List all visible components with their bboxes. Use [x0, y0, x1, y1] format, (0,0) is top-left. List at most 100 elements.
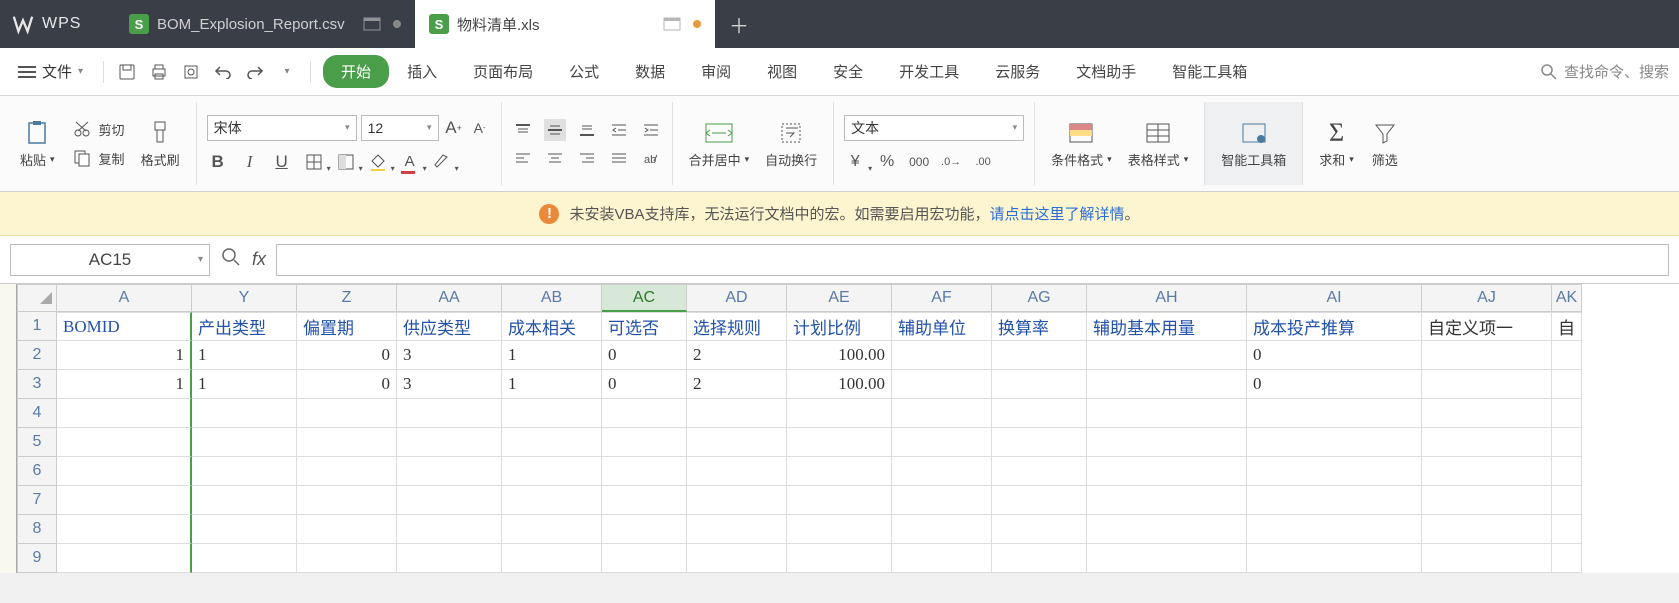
clear-format-icon[interactable]: ▾: [431, 151, 453, 173]
preview-icon[interactable]: [180, 61, 202, 83]
cell[interactable]: [397, 515, 502, 544]
cell[interactable]: [992, 428, 1087, 457]
cell[interactable]: 100.00: [787, 370, 892, 399]
cell[interactable]: [1422, 457, 1552, 486]
cell[interactable]: [297, 457, 397, 486]
tab-layout[interactable]: 页面布局: [455, 55, 551, 88]
col-header-AG[interactable]: AG: [992, 284, 1087, 312]
col-header-AD[interactable]: AD: [687, 284, 787, 312]
cell[interactable]: [57, 515, 192, 544]
cell[interactable]: 0: [1247, 341, 1422, 370]
cell[interactable]: 100.00: [787, 341, 892, 370]
cell[interactable]: [687, 428, 787, 457]
cell[interactable]: [57, 457, 192, 486]
cell[interactable]: [397, 399, 502, 428]
cell[interactable]: [297, 515, 397, 544]
cell[interactable]: [602, 428, 687, 457]
tab-dev[interactable]: 开发工具: [881, 55, 977, 88]
col-header-AK[interactable]: AK: [1552, 284, 1582, 312]
cell[interactable]: [297, 399, 397, 428]
select-all-corner[interactable]: [17, 284, 57, 312]
cell[interactable]: [397, 457, 502, 486]
cell[interactable]: [397, 486, 502, 515]
font-color-icon[interactable]: A▾: [399, 151, 421, 173]
cell[interactable]: [787, 515, 892, 544]
cell[interactable]: [1422, 515, 1552, 544]
cell[interactable]: 1: [192, 341, 297, 370]
table-style-button[interactable]: 表格样式▾: [1122, 118, 1195, 169]
filter-button[interactable]: 筛选: [1364, 118, 1406, 169]
col-header-AF[interactable]: AF: [892, 284, 992, 312]
cell[interactable]: [1087, 544, 1247, 573]
cell[interactable]: [502, 544, 602, 573]
cell[interactable]: [192, 544, 297, 573]
cell[interactable]: [1422, 399, 1552, 428]
cell[interactable]: [1247, 515, 1422, 544]
cell[interactable]: 1: [502, 341, 602, 370]
fx-icon[interactable]: fx: [252, 249, 266, 270]
row-header-1[interactable]: 1: [17, 312, 57, 341]
cell[interactable]: [602, 544, 687, 573]
conditional-format-button[interactable]: 条件格式▾: [1045, 118, 1118, 169]
merge-style-icon[interactable]: ▾: [335, 151, 357, 173]
formula-input[interactable]: [276, 244, 1669, 276]
decrease-decimal-icon[interactable]: .00: [972, 151, 994, 173]
zoom-icon[interactable]: [220, 246, 242, 273]
align-top-icon[interactable]: [512, 119, 534, 141]
cell[interactable]: [1422, 428, 1552, 457]
cell[interactable]: [787, 428, 892, 457]
cell[interactable]: 0: [1247, 370, 1422, 399]
cell[interactable]: 供应类型: [397, 312, 502, 341]
cell[interactable]: [687, 544, 787, 573]
tab-review[interactable]: 审阅: [683, 55, 749, 88]
warning-link[interactable]: 请点击这里了解详情: [990, 203, 1125, 224]
row-header-3[interactable]: 3: [17, 370, 57, 399]
undo-icon[interactable]: [212, 61, 234, 83]
fill-color-icon[interactable]: ▾: [367, 151, 389, 173]
cell[interactable]: 1: [57, 341, 192, 370]
cell[interactable]: 偏置期: [297, 312, 397, 341]
qat-more-icon[interactable]: ▾: [276, 61, 298, 83]
tab-bom-report[interactable]: S BOM_Explosion_Report.csv: [115, 0, 415, 48]
cell[interactable]: [57, 399, 192, 428]
cell[interactable]: 自: [1552, 312, 1582, 341]
tab-cloud[interactable]: 云服务: [977, 55, 1058, 88]
col-header-A[interactable]: A: [57, 284, 192, 312]
cell[interactable]: BOMID: [57, 312, 192, 341]
cell[interactable]: [1422, 341, 1552, 370]
cell[interactable]: [687, 457, 787, 486]
row-header-2[interactable]: 2: [17, 341, 57, 370]
save-icon[interactable]: [116, 61, 138, 83]
cell[interactable]: 1: [57, 370, 192, 399]
cell[interactable]: [1247, 399, 1422, 428]
comma-icon[interactable]: 000: [908, 151, 930, 173]
col-header-Y[interactable]: Y: [192, 284, 297, 312]
cell[interactable]: [602, 515, 687, 544]
merge-center-button[interactable]: 合并居中▾: [683, 118, 756, 169]
cell[interactable]: 辅助单位: [892, 312, 992, 341]
cell[interactable]: [502, 515, 602, 544]
align-center-icon[interactable]: [544, 147, 566, 169]
cell[interactable]: [1552, 428, 1582, 457]
cell[interactable]: [1422, 486, 1552, 515]
cell[interactable]: 0: [297, 341, 397, 370]
italic-icon[interactable]: I: [239, 151, 261, 173]
cell[interactable]: 0: [602, 341, 687, 370]
cell[interactable]: 0: [297, 370, 397, 399]
row-header-8[interactable]: 8: [17, 515, 57, 544]
cell[interactable]: [1087, 457, 1247, 486]
col-header-Z[interactable]: Z: [297, 284, 397, 312]
search-commands[interactable]: 查找命令、搜索: [1540, 61, 1669, 82]
underline-icon[interactable]: U: [271, 151, 293, 173]
cell[interactable]: [192, 399, 297, 428]
format-painter-button[interactable]: 格式刷: [135, 118, 186, 169]
cell[interactable]: 可选否: [602, 312, 687, 341]
cell[interactable]: [1422, 544, 1552, 573]
tab-safety[interactable]: 安全: [815, 55, 881, 88]
row-header-7[interactable]: 7: [17, 486, 57, 515]
percent-icon[interactable]: %: [876, 151, 898, 173]
align-bottom-icon[interactable]: [576, 119, 598, 141]
cell[interactable]: 自定义项一: [1422, 312, 1552, 341]
cell[interactable]: [57, 428, 192, 457]
tab-material-list[interactable]: S 物料清单.xls: [415, 0, 715, 48]
